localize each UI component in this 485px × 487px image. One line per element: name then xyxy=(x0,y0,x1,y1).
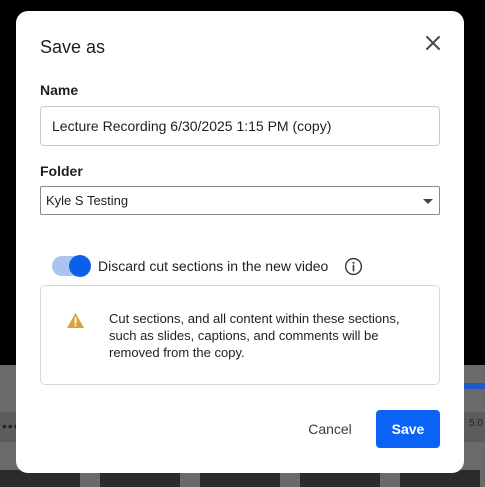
folder-select[interactable]: Kyle S Testing xyxy=(40,186,440,215)
discard-cut-sections-label: Discard cut sections in the new video xyxy=(98,258,329,274)
save-button[interactable]: Save xyxy=(376,410,440,448)
warning-text: Cut sections, and all content within the… xyxy=(109,311,400,360)
close-icon[interactable] xyxy=(421,31,445,55)
discard-cut-sections-toggle[interactable] xyxy=(52,255,91,277)
name-label: Name xyxy=(40,82,79,98)
toggle-knob xyxy=(69,255,91,277)
folder-select-value: Kyle S Testing xyxy=(46,193,129,208)
folder-label: Folder xyxy=(40,163,83,179)
dialog-title: Save as xyxy=(40,37,106,57)
info-icon[interactable] xyxy=(344,257,363,276)
name-input[interactable] xyxy=(40,106,440,146)
cancel-button[interactable]: Cancel xyxy=(300,410,360,448)
save-as-dialog: Save as Name Folder Kyle S Testing Disca… xyxy=(16,11,464,473)
warning-icon xyxy=(67,312,84,329)
warning-message-box: Cut sections, and all content within the… xyxy=(40,285,440,385)
background-time-label: 5:0 xyxy=(469,418,483,429)
chevron-down-icon xyxy=(423,199,433,204)
